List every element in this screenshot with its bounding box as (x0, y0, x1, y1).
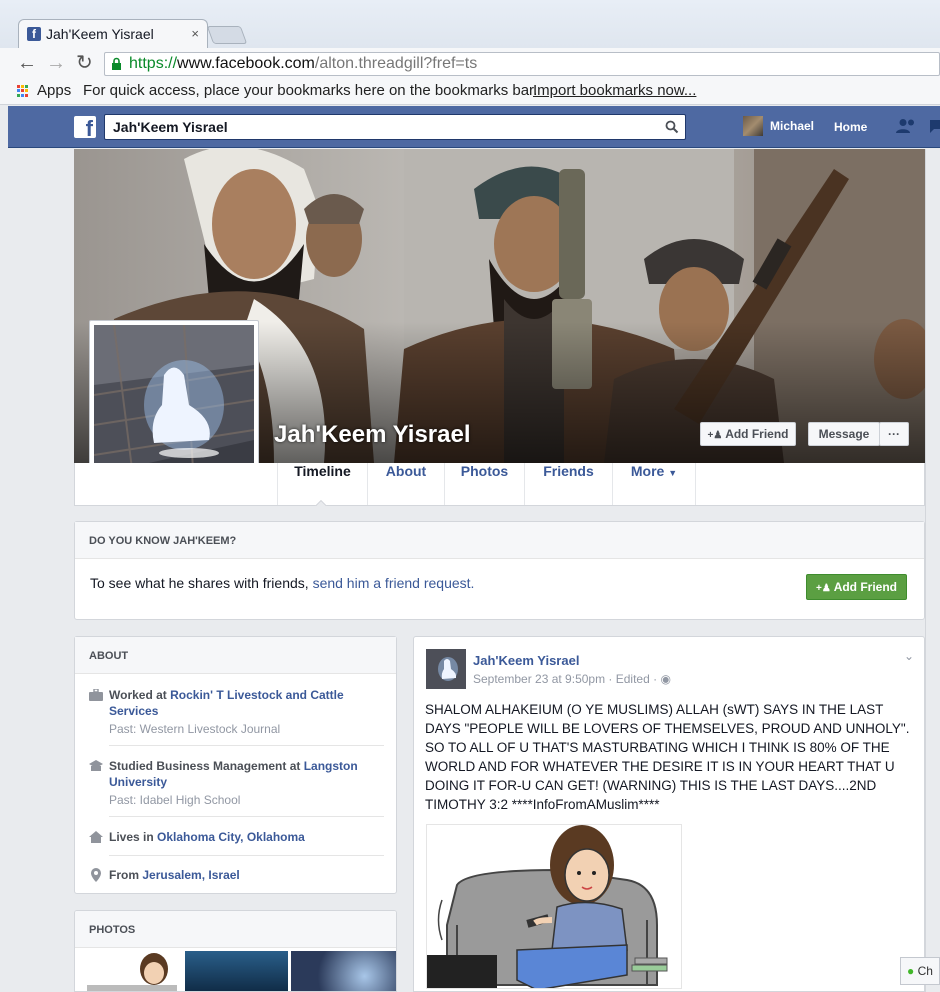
search-input[interactable]: Jah'Keem Yisrael (104, 114, 686, 140)
left-gutter (0, 106, 8, 992)
forward-arrow-icon[interactable]: → (46, 52, 66, 74)
lives-prefix: Lives in (109, 830, 158, 844)
about-heading: ABOUT (75, 637, 396, 674)
avatar (743, 116, 763, 136)
close-tab-icon[interactable]: × (191, 26, 199, 41)
chat-label: Ch (917, 964, 933, 978)
from-prefix: From (109, 868, 143, 882)
browser-tabstrip: f Jah'Keem Yisrael × (0, 0, 940, 48)
study-past: Past: Idabel High School (109, 793, 241, 807)
add-friend-button[interactable]: +♟ Add Friend (700, 422, 796, 446)
bookmarks-bar: Apps For quick access, place your bookma… (0, 78, 940, 105)
search-value: Jah'Keem Yisrael (113, 119, 228, 135)
search-icon[interactable] (665, 120, 679, 134)
friend-requests-icon[interactable] (896, 118, 918, 134)
globe-icon: ◉ (660, 672, 671, 686)
post-card: Jah'Keem Yisrael September 23 at 9:50pm … (413, 636, 925, 992)
post-author-avatar[interactable] (426, 649, 466, 689)
lives-place-link[interactable]: Oklahoma City, Oklahoma (157, 830, 305, 844)
tab-more-label: More (630, 463, 665, 479)
message-button[interactable]: Message (808, 422, 880, 446)
address-bar[interactable]: https://www.facebook.com/alton.threadgil… (104, 52, 940, 76)
about-card: ABOUT Worked at Rockin' T Livestock and … (74, 636, 397, 894)
work-past: Past: Western Livestock Journal (109, 722, 281, 736)
from-place-link[interactable]: Jerusalem, Israel (142, 868, 239, 882)
post-author-name[interactable]: Jah'Keem Yisrael (473, 653, 579, 668)
home-icon (89, 831, 103, 843)
location-pin-icon (91, 868, 101, 882)
messages-icon[interactable] (928, 118, 940, 136)
reload-icon[interactable]: ↻ (76, 52, 93, 74)
add-friend-green-label: Add Friend (833, 580, 898, 594)
add-friend-icon: +♟ (707, 430, 723, 441)
profile-name[interactable]: Jah'Keem Yisrael (274, 421, 471, 449)
apps-grid-icon[interactable] (17, 85, 29, 97)
url-path: /alton.threadgill?fref=ts (314, 55, 478, 72)
divider (109, 745, 384, 746)
online-status-icon: ● (907, 964, 915, 978)
photo-thumbnail[interactable] (185, 951, 288, 991)
work-prefix: Worked at (109, 688, 171, 702)
profile-link[interactable]: Michael (743, 116, 814, 136)
back-arrow-icon[interactable]: ← (17, 52, 37, 74)
tab-about[interactable]: About (367, 463, 444, 505)
post-text: SHALOM ALHAKEIUM (O YE MUSLIMS) ALLAH (s… (425, 702, 910, 812)
right-sidebar-edge (925, 149, 940, 992)
study-prefix: Studied Business Management at (109, 759, 304, 773)
browser-tab-title: Jah'Keem Yisrael (46, 26, 154, 42)
post-timestamp[interactable]: September 23 at 9:50pm · Edited · (473, 672, 657, 686)
photos-card: PHOTOS (74, 910, 397, 992)
photo-thumbnail[interactable] (291, 951, 396, 991)
school-icon (89, 760, 103, 771)
do-you-know-text: To see what he shares with friends, send… (90, 575, 474, 591)
profile-tab-bar: Timeline About Photos Friends More ▼ (74, 463, 925, 506)
chat-tab[interactable]: ● Ch (900, 957, 940, 985)
caret-down-icon: ▼ (668, 468, 678, 478)
home-link[interactable]: Home (834, 120, 867, 134)
more-options-button[interactable]: ··· (879, 422, 909, 446)
lock-icon (112, 57, 121, 70)
import-bookmarks-link[interactable]: Import bookmarks now... (533, 78, 696, 104)
post-meta: September 23 at 9:50pm · Edited · ◉ (473, 672, 671, 686)
tab-photos[interactable]: Photos (444, 463, 524, 505)
profile-picture-image (94, 325, 254, 485)
divider (109, 855, 384, 856)
add-friend-icon: +♟ (815, 583, 831, 594)
user-name: Michael (770, 119, 815, 133)
divider (109, 816, 384, 817)
do-you-know-prefix: To see what he shares with friends, (90, 575, 313, 591)
briefcase-icon (89, 689, 103, 701)
active-tab-pointer (314, 498, 328, 506)
url-scheme: https:// (129, 55, 178, 72)
add-friend-label: Add Friend (725, 427, 789, 441)
post-image[interactable] (426, 824, 682, 989)
apps-link[interactable]: Apps (37, 78, 71, 104)
send-friend-request-link[interactable]: send him a friend request. (313, 575, 475, 591)
facebook-logo-icon[interactable]: f (74, 116, 96, 138)
ellipsis-icon: ··· (888, 427, 900, 441)
facebook-favicon-icon: f (27, 27, 41, 41)
tab-friends[interactable]: Friends (524, 463, 612, 505)
photo-thumbnail[interactable] (77, 951, 182, 991)
cartoon-girl-on-couch-image (427, 825, 681, 988)
add-friend-green-button[interactable]: +♟ Add Friend (806, 574, 907, 600)
author-avatar-image (426, 649, 466, 689)
message-label: Message (818, 427, 870, 441)
facebook-top-bar: f Jah'Keem Yisrael Michael Home (8, 106, 940, 148)
bookmarks-hint: For quick access, place your bookmarks h… (83, 82, 538, 99)
do-you-know-card: DO YOU KNOW JAH'KEEM? To see what he sha… (74, 521, 925, 620)
cartoon-photo-image (87, 953, 177, 991)
new-tab-button[interactable] (206, 26, 248, 44)
url-host: www.facebook.com (177, 55, 315, 72)
photos-heading: PHOTOS (75, 911, 396, 948)
tab-more[interactable]: More ▼ (612, 463, 696, 505)
browser-tab[interactable]: f Jah'Keem Yisrael × (18, 19, 208, 48)
chevron-down-icon[interactable]: ⌄ (904, 649, 914, 663)
do-you-know-heading: DO YOU KNOW JAH'KEEM? (75, 522, 924, 559)
